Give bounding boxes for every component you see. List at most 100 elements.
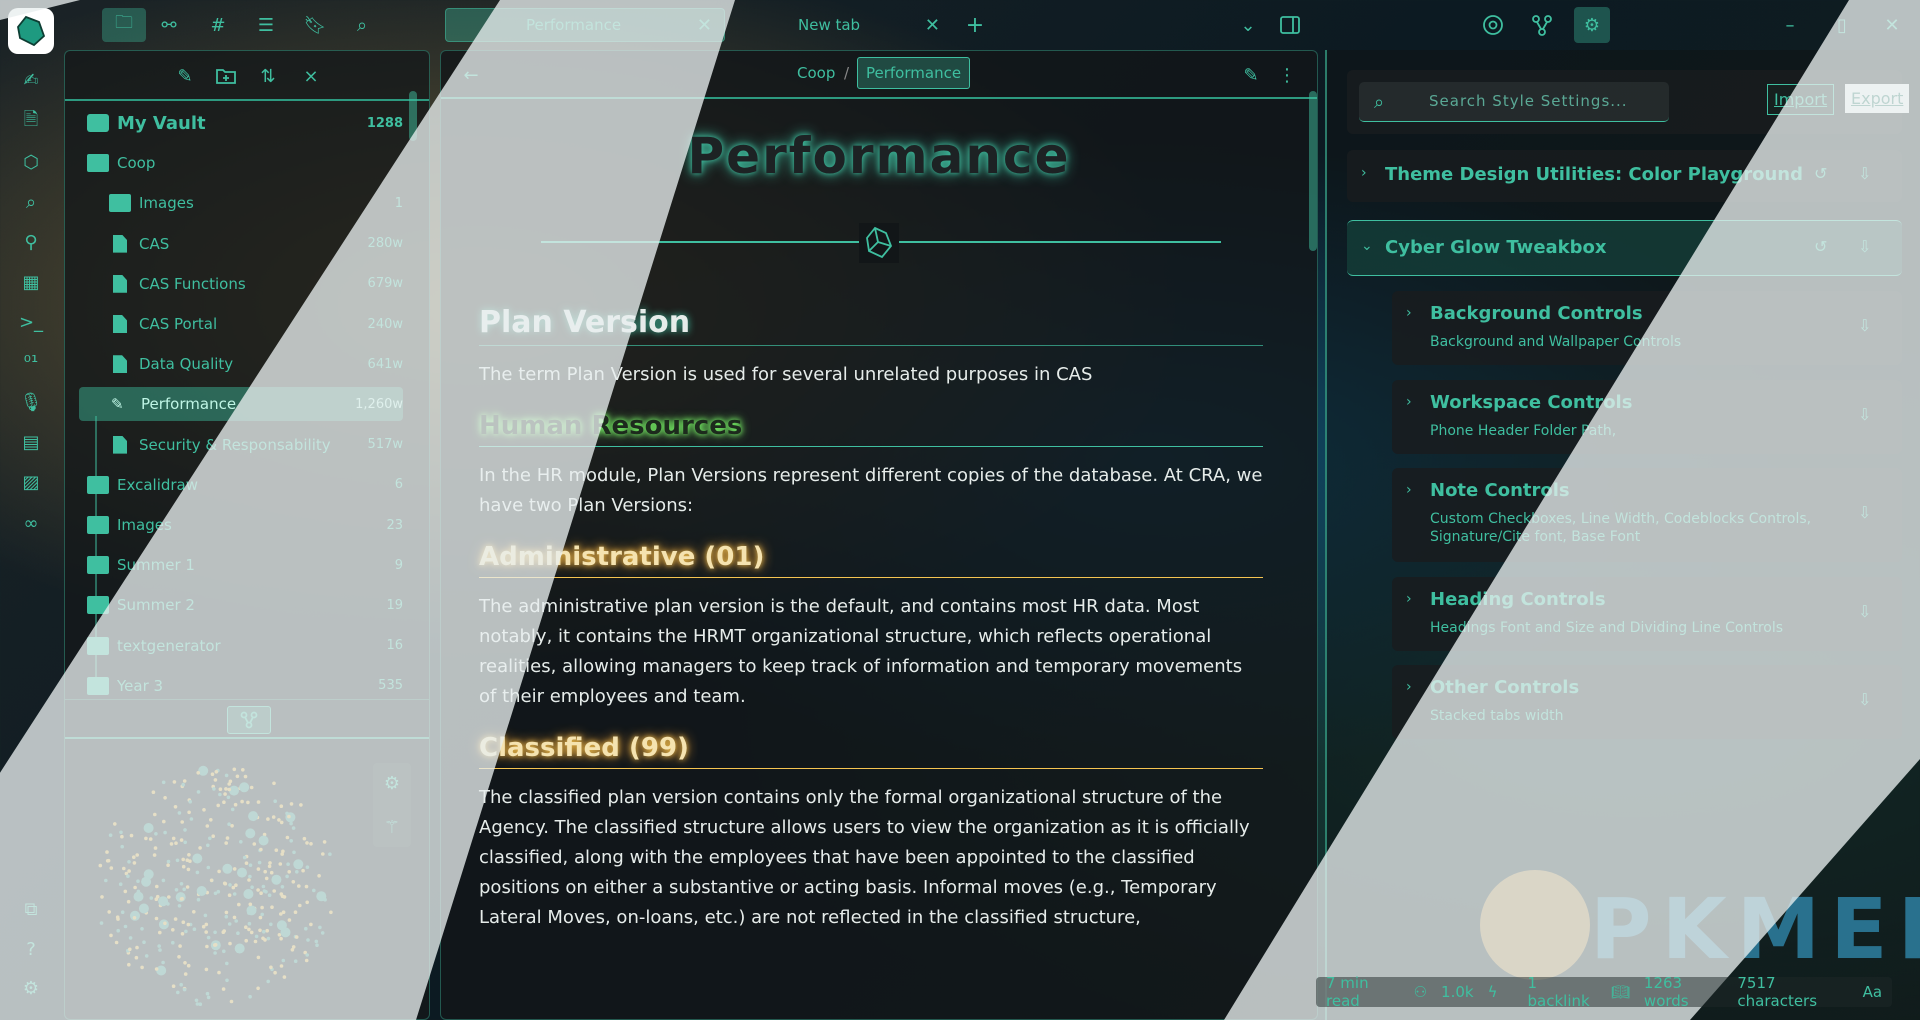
graph-node[interactable]: [304, 884, 309, 889]
setting-item[interactable]: › Background Controls Background and Wallp…: [1392, 291, 1902, 365]
microphone-icon[interactable]: 🎙︎: [17, 388, 45, 416]
graph-node[interactable]: [301, 868, 305, 873]
graph-node[interactable]: [290, 948, 295, 952]
graph-node[interactable]: [178, 944, 182, 948]
graph-node[interactable]: [279, 964, 284, 968]
close-window-icon[interactable]: ✕: [1878, 11, 1906, 39]
graph-node[interactable]: [213, 778, 218, 782]
graph-node[interactable]: [256, 888, 260, 892]
chrome-icon[interactable]: [1479, 11, 1507, 39]
graph-node[interactable]: [320, 931, 325, 935]
graph-node[interactable]: [247, 921, 252, 926]
tree-item[interactable]: CAS Portal 240w: [79, 307, 403, 341]
graph-node[interactable]: [114, 940, 119, 945]
graph-node[interactable]: [179, 838, 184, 842]
tag-icon[interactable]: #: [200, 8, 236, 42]
graph-node[interactable]: [198, 846, 202, 850]
graph-node[interactable]: [195, 870, 200, 875]
graph-node[interactable]: [206, 935, 211, 940]
graph-node[interactable]: [248, 902, 253, 907]
graph-node[interactable]: [161, 960, 165, 965]
graph-node[interactable]: [274, 848, 279, 852]
local-graph-view[interactable]: [85, 756, 345, 1016]
graph-node[interactable]: [218, 792, 222, 797]
graph-node[interactable]: [280, 885, 285, 889]
explorer-scrollbar[interactable]: [409, 91, 417, 141]
graph-node[interactable]: [205, 944, 209, 949]
collapse-icon[interactable]: ⨯: [297, 62, 325, 90]
graph-node[interactable]: [172, 780, 177, 784]
cloud-download-icon[interactable]: ⇩: [1858, 503, 1882, 527]
graph-node[interactable]: [234, 943, 245, 954]
breadcrumb-performance[interactable]: Performance: [857, 57, 971, 89]
graph-node[interactable]: [109, 933, 113, 938]
graph-node[interactable]: [269, 965, 273, 970]
graph-node[interactable]: [224, 773, 229, 778]
graph-node[interactable]: [317, 874, 321, 878]
graph-node[interactable]: [163, 796, 167, 800]
graph-node[interactable]: [272, 781, 276, 786]
graph-node[interactable]: [221, 987, 226, 991]
new-note-icon[interactable]: ✎: [171, 62, 199, 90]
graph-node[interactable]: [217, 970, 221, 975]
graph-node[interactable]: [266, 936, 271, 941]
graph-node[interactable]: [292, 850, 296, 855]
graph-node[interactable]: [224, 910, 229, 915]
graph-node[interactable]: [177, 904, 182, 908]
graph-node[interactable]: [204, 967, 209, 972]
graph-node[interactable]: [295, 870, 299, 874]
graph-node[interactable]: [162, 819, 166, 824]
graph-node[interactable]: [269, 922, 273, 927]
graph-node[interactable]: [328, 852, 332, 856]
graph-node[interactable]: [224, 841, 228, 845]
group-theme-design[interactable]: › Theme Design Utilities: Color Playgroun…: [1347, 150, 1902, 202]
graph-node[interactable]: [213, 891, 218, 896]
tree-item[interactable]: ✎ Performance 1,260w: [79, 387, 403, 422]
graph-node[interactable]: [273, 970, 277, 975]
graph-node[interactable]: [120, 910, 125, 914]
new-tab-plus-icon[interactable]: +: [961, 11, 989, 39]
graph-node[interactable]: [285, 874, 289, 879]
graph-node[interactable]: [315, 943, 319, 947]
graph-node[interactable]: [126, 899, 131, 904]
graph-node[interactable]: [180, 932, 185, 936]
graph-node[interactable]: [227, 787, 231, 792]
graph-node[interactable]: [206, 843, 210, 848]
help-icon[interactable]: ?: [17, 935, 45, 963]
graph-node[interactable]: [302, 836, 307, 841]
breadcrumb-coop[interactable]: Coop: [797, 64, 835, 82]
graph-node[interactable]: [227, 893, 232, 897]
graph-node[interactable]: [166, 863, 170, 867]
graph-node[interactable]: [247, 878, 251, 882]
export-button[interactable]: Export: [1845, 84, 1910, 113]
graph-node[interactable]: [250, 885, 254, 889]
graph-node[interactable]: [282, 975, 287, 979]
graph-icon[interactable]: ⚲: [17, 228, 45, 256]
graph-node[interactable]: [205, 991, 210, 996]
graph-node[interactable]: [213, 930, 217, 935]
graph-node[interactable]: [109, 866, 114, 870]
graph-node[interactable]: [252, 842, 257, 846]
graph-node[interactable]: [163, 921, 167, 926]
graph-node[interactable]: [236, 931, 240, 935]
graph-node[interactable]: [234, 883, 238, 887]
backlink-count[interactable]: 1 backlink: [1528, 974, 1597, 1010]
graph-node[interactable]: [99, 921, 104, 925]
graph-node[interactable]: [285, 811, 289, 816]
graph-node[interactable]: [144, 836, 148, 841]
terminal-icon[interactable]: >_: [17, 308, 45, 336]
graph-node[interactable]: [153, 812, 157, 817]
setting-item[interactable]: › Note Controls Custom Checkboxes, Line Wi…: [1392, 468, 1902, 562]
graph-node[interactable]: [242, 855, 247, 860]
graph-node[interactable]: [279, 936, 283, 941]
tree-item[interactable]: textgenerator 16: [79, 629, 403, 663]
graph-node[interactable]: [271, 874, 282, 885]
graph-node[interactable]: [268, 861, 272, 865]
graph-node[interactable]: [230, 824, 234, 828]
graph-node[interactable]: [243, 774, 248, 779]
graph-node[interactable]: [143, 823, 154, 833]
graph-node[interactable]: [183, 840, 187, 845]
graph-node[interactable]: [206, 865, 211, 870]
graph-node[interactable]: [154, 916, 159, 921]
graph-node[interactable]: [132, 916, 137, 920]
